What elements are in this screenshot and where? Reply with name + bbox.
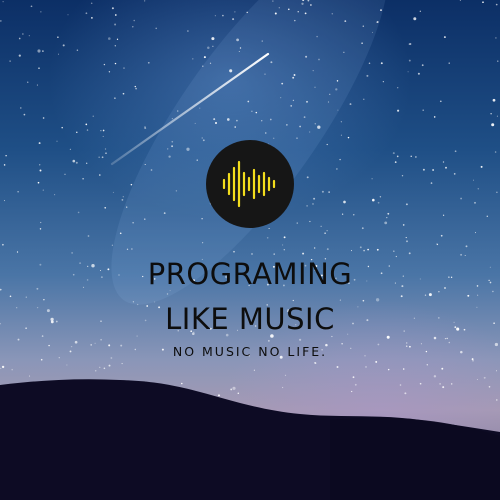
poster-canvas: PROGRAMING LIKE MUSIC NO MUSIC NO LIFE.: [0, 0, 500, 500]
title-line-2: LIKE MUSIC: [165, 302, 335, 336]
poster-tagline: NO MUSIC NO LIFE.: [172, 344, 328, 359]
sound-wave-icon: [222, 160, 276, 208]
title-line-1: PROGRAMING: [147, 257, 353, 291]
logo-circle: [206, 140, 294, 228]
poster-title: PROGRAMING LIKE MUSIC: [0, 252, 500, 342]
hill-silhouette: [0, 379, 500, 500]
